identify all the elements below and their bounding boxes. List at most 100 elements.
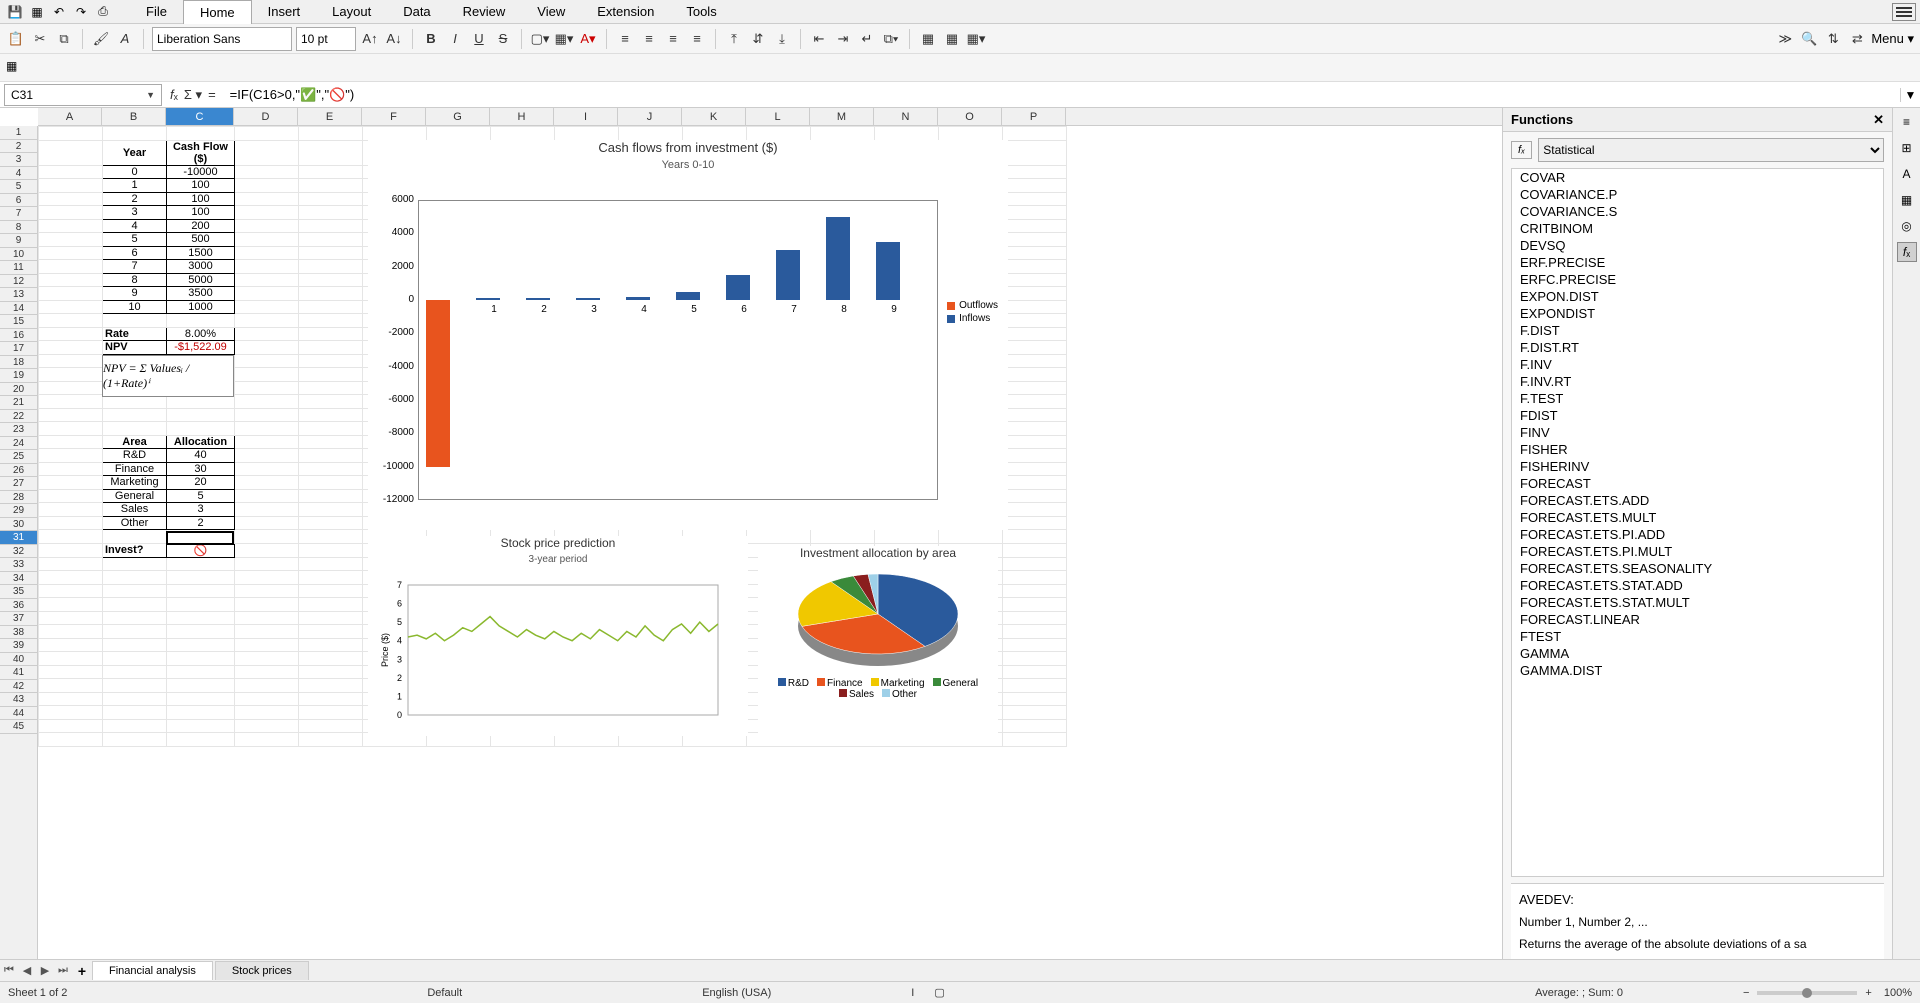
function-item[interactable]: FORECAST.LINEAR: [1512, 611, 1883, 628]
function-item[interactable]: GAMMA: [1512, 645, 1883, 662]
function-item[interactable]: CRITBINOM: [1512, 220, 1883, 237]
bold-button[interactable]: B: [421, 29, 441, 49]
font-size-combo[interactable]: [296, 27, 356, 51]
column-headers[interactable]: ABCDEFGHIJKLMNOP: [38, 108, 1502, 126]
search-icon[interactable]: 🔍: [1799, 29, 1819, 49]
function-item[interactable]: FISHER: [1512, 441, 1883, 458]
sidebar-navigator-icon[interactable]: ◎: [1897, 216, 1917, 236]
menu-layout[interactable]: Layout: [316, 0, 387, 23]
cell-reference-box[interactable]: C31▼: [4, 84, 162, 106]
function-item[interactable]: FORECAST.ETS.ADD: [1512, 492, 1883, 509]
copy-icon[interactable]: ⧉: [54, 29, 74, 49]
menu-dropdown[interactable]: Menu ▾: [1871, 31, 1914, 47]
function-item[interactable]: FORECAST.ETS.STAT.ADD: [1512, 577, 1883, 594]
stock-chart[interactable]: Stock price prediction 3-year period 012…: [368, 536, 748, 736]
fx-icon[interactable]: fₓ: [170, 87, 178, 103]
function-item[interactable]: GAMMA.DIST: [1512, 662, 1883, 679]
paste-icon[interactable]: 📋: [6, 29, 26, 49]
valign-bot-icon[interactable]: ⤓: [772, 29, 792, 49]
grid3-icon[interactable]: ▦▾: [966, 29, 986, 49]
spreadsheet-area[interactable]: ABCDEFGHIJKLMNOP 12345678910111213141516…: [0, 108, 1502, 959]
menu-view[interactable]: View: [521, 0, 581, 23]
indent-dec-icon[interactable]: ⇤: [809, 29, 829, 49]
function-list[interactable]: COVARCOVARIANCE.PCOVARIANCE.SCRITBINOMDE…: [1511, 168, 1884, 877]
border-icon[interactable]: ▦▾: [554, 29, 574, 49]
function-item[interactable]: FORECAST.ETS.PI.ADD: [1512, 526, 1883, 543]
function-item[interactable]: COVARIANCE.S: [1512, 203, 1883, 220]
function-item[interactable]: COVAR: [1512, 169, 1883, 186]
row-headers[interactable]: 1234567891011121314151617181920212223242…: [0, 126, 38, 959]
menu-home[interactable]: Home: [183, 0, 252, 24]
sum-icon[interactable]: Σ ▾: [184, 87, 202, 103]
function-item[interactable]: F.DIST.RT: [1512, 339, 1883, 356]
bg-color-icon[interactable]: ▢▾: [530, 29, 550, 49]
signature-icon[interactable]: ▢: [934, 986, 944, 999]
format-paint-icon[interactable]: 🖌: [91, 29, 111, 49]
function-item[interactable]: FORECAST.ETS.MULT: [1512, 509, 1883, 526]
function-item[interactable]: DEVSQ: [1512, 237, 1883, 254]
menu-insert[interactable]: Insert: [252, 0, 317, 23]
menu-extension[interactable]: Extension: [581, 0, 670, 23]
add-sheet-icon[interactable]: +: [72, 963, 92, 979]
filter-icon[interactable]: ⇄: [1847, 29, 1867, 49]
function-item[interactable]: ERFC.PRECISE: [1512, 271, 1883, 288]
grid-icon[interactable]: ▦: [918, 29, 938, 49]
insert-mode-icon[interactable]: I: [911, 987, 914, 999]
undo-icon[interactable]: ↶: [50, 3, 68, 21]
align-left-icon[interactable]: ≡: [615, 29, 635, 49]
wrap-icon[interactable]: ↵: [857, 29, 877, 49]
zoom-slider[interactable]: [1757, 991, 1857, 995]
sidebar-properties-icon[interactable]: ⊞: [1897, 138, 1917, 158]
sort-icon[interactable]: ⇅: [1823, 29, 1843, 49]
sidebar-functions-icon[interactable]: fₓ: [1897, 242, 1917, 262]
save-icon[interactable]: 💾: [6, 3, 24, 21]
tab-prev-icon[interactable]: ◀: [18, 964, 36, 977]
tab-first-icon[interactable]: ⏮: [0, 964, 18, 977]
menu-tools[interactable]: Tools: [670, 0, 732, 23]
zoom-out-icon[interactable]: −: [1743, 987, 1749, 999]
formula-input[interactable]: [224, 84, 1900, 106]
increase-font-icon[interactable]: A↑: [360, 29, 380, 49]
decrease-font-icon[interactable]: A↓: [384, 29, 404, 49]
hamburger-icon[interactable]: [1892, 3, 1916, 21]
zoom-in-icon[interactable]: +: [1865, 987, 1871, 999]
function-item[interactable]: F.INV: [1512, 356, 1883, 373]
font-color-icon[interactable]: A▾: [578, 29, 598, 49]
function-item[interactable]: F.DIST: [1512, 322, 1883, 339]
italic-button[interactable]: I: [445, 29, 465, 49]
sheet-tab-0[interactable]: Financial analysis: [92, 961, 213, 980]
strike-button[interactable]: S: [493, 29, 513, 49]
print-quick-icon[interactable]: ▦: [28, 3, 46, 21]
align-justify-icon[interactable]: ≡: [687, 29, 707, 49]
font-name-combo[interactable]: [152, 27, 292, 51]
category-select[interactable]: Statistical: [1538, 138, 1884, 162]
function-item[interactable]: FINV: [1512, 424, 1883, 441]
close-icon[interactable]: ✕: [1873, 112, 1884, 128]
zoom-value[interactable]: 100%: [1884, 987, 1912, 999]
menu-file[interactable]: File: [130, 0, 183, 23]
merge-icon[interactable]: ⧉▾: [881, 29, 901, 49]
pie-chart[interactable]: Investment allocation by area R&DFinance…: [758, 546, 998, 746]
chevron-right-icon[interactable]: ≫: [1775, 29, 1795, 49]
function-item[interactable]: FORECAST.ETS.SEASONALITY: [1512, 560, 1883, 577]
function-item[interactable]: F.INV.RT: [1512, 373, 1883, 390]
sidebar-gallery-icon[interactable]: ▦: [1897, 190, 1917, 210]
indent-inc-icon[interactable]: ⇥: [833, 29, 853, 49]
sidebar-settings-icon[interactable]: ≡: [1897, 112, 1917, 132]
function-item[interactable]: FORECAST: [1512, 475, 1883, 492]
function-item[interactable]: EXPON.DIST: [1512, 288, 1883, 305]
sidebar-styles-icon[interactable]: A: [1897, 164, 1917, 184]
cashflow-chart[interactable]: Cash flows from investment ($) Years 0-1…: [368, 140, 1008, 530]
function-item[interactable]: COVARIANCE.P: [1512, 186, 1883, 203]
valign-top-icon[interactable]: ⤒: [724, 29, 744, 49]
menu-data[interactable]: Data: [387, 0, 446, 23]
function-item[interactable]: F.TEST: [1512, 390, 1883, 407]
redo-icon[interactable]: ↷: [72, 3, 90, 21]
function-item[interactable]: FTEST: [1512, 628, 1883, 645]
tab-last-icon[interactable]: ⏭: [54, 964, 72, 977]
clear-format-icon[interactable]: A: [115, 29, 135, 49]
function-item[interactable]: FDIST: [1512, 407, 1883, 424]
function-item[interactable]: FORECAST.ETS.STAT.MULT: [1512, 594, 1883, 611]
tab-next-icon[interactable]: ▶: [36, 964, 54, 977]
fx-button[interactable]: fₓ: [1511, 141, 1532, 159]
